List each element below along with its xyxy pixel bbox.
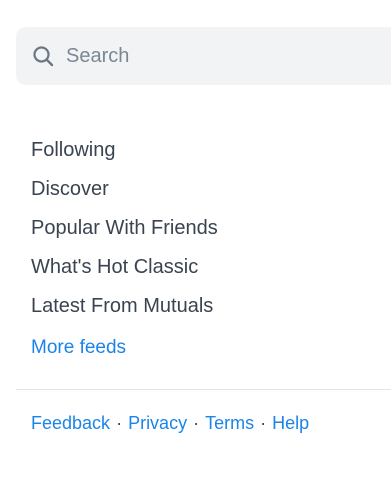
feed-item-latest-from-mutuals[interactable]: Latest From Mutuals [31,290,218,329]
search-input[interactable] [66,44,346,68]
divider [16,389,391,390]
terms-link[interactable]: Terms [205,413,254,433]
feedback-link[interactable]: Feedback [31,413,110,433]
search-icon [32,45,54,67]
help-link[interactable]: Help [272,413,309,433]
feed-item-popular-with-friends[interactable]: Popular With Friends [31,212,218,251]
feed-item-discover[interactable]: Discover [31,173,218,212]
feed-item-whats-hot-classic[interactable]: What's Hot Classic [31,251,218,290]
footer-separator: · [193,413,200,433]
more-feeds-link[interactable]: More feeds [31,333,126,363]
search-bar[interactable] [16,27,391,85]
footer-separator: · [260,413,267,433]
right-sidebar: Following Discover Popular With Friends … [0,0,391,480]
footer-links: Feedback · Privacy · Terms · Help [31,408,309,438]
privacy-link[interactable]: Privacy [128,413,187,433]
footer-separator: · [116,413,123,433]
feed-list: Following Discover Popular With Friends … [31,134,218,329]
feed-item-following[interactable]: Following [31,134,218,173]
